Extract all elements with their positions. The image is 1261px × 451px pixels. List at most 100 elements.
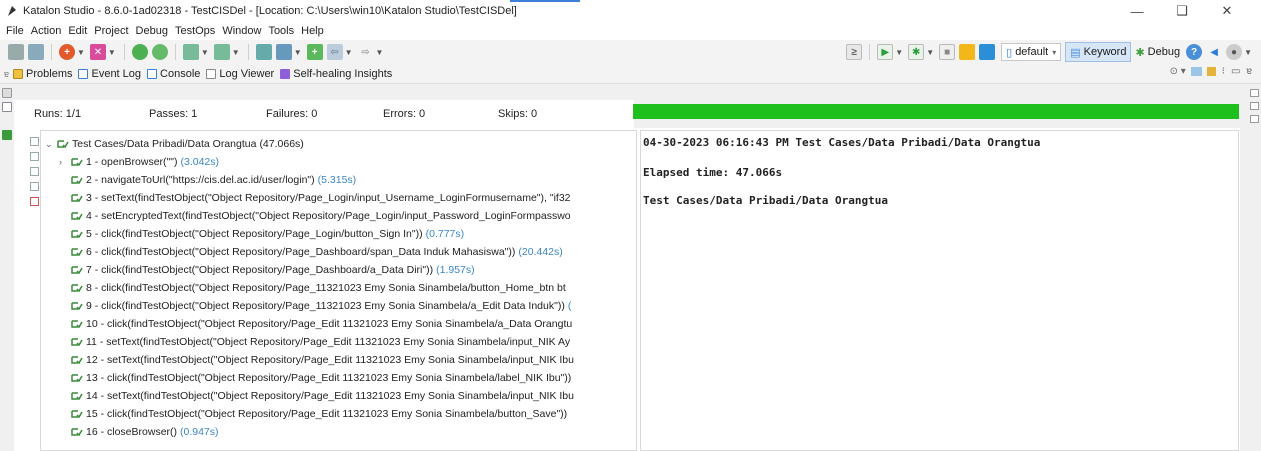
testops-icon[interactable] <box>979 44 996 60</box>
spy-web-icon[interactable] <box>131 44 148 60</box>
stop-icon[interactable]: ■ <box>939 44 956 60</box>
spy-mobile-icon[interactable] <box>151 44 168 60</box>
tree-step-row[interactable]: 7 - click(findTestObject("Object Reposit… <box>59 261 475 279</box>
chevron-down-icon[interactable]: ▼ <box>895 48 903 57</box>
tab-console[interactable]: Console <box>147 68 200 80</box>
add-plugin-icon[interactable]: + <box>306 44 323 60</box>
minimize-view-icon[interactable]: ▭ <box>1231 66 1240 77</box>
errors-count: Errors: 0 <box>383 108 426 120</box>
chevron-down-icon[interactable]: ▼ <box>1244 48 1252 57</box>
menu-help[interactable]: Help <box>301 25 324 37</box>
pin-icon[interactable] <box>2 116 12 126</box>
tree-step-row[interactable]: 8 - click(findTestObject("Object Reposit… <box>59 279 569 297</box>
tree-step-row[interactable]: 9 - click(findTestObject("Object Reposit… <box>59 297 571 315</box>
report-icon[interactable] <box>275 44 292 60</box>
restore-icon[interactable] <box>2 88 12 98</box>
menu-window[interactable]: Window <box>222 25 261 37</box>
record-icon[interactable]: ✕ <box>89 44 106 60</box>
tree-step-row[interactable]: 10 - click(findTestObject("Object Reposi… <box>59 315 575 333</box>
tree-step-row[interactable]: 11 - setText(findTestObject("Object Repo… <box>59 333 573 351</box>
collapse-all-icon[interactable] <box>30 137 39 146</box>
tree-step-row[interactable]: 6 - click(findTestObject("Object Reposit… <box>59 243 563 261</box>
more-icon[interactable]: ⁝ <box>1222 66 1225 77</box>
new-icon[interactable]: + <box>59 44 75 60</box>
keywords-icon[interactable] <box>2 130 12 140</box>
layout-icon[interactable] <box>1190 67 1202 76</box>
checkpoint-icon[interactable] <box>255 44 272 60</box>
debug-run-icon[interactable]: ✱ <box>908 44 925 60</box>
lock-icon[interactable] <box>1206 67 1216 76</box>
debug-perspective-button[interactable]: ✱ Debug <box>1131 42 1184 62</box>
tree-step-row[interactable]: 3 - setText(findTestObject("Object Repos… <box>59 189 574 207</box>
step-passed-icon <box>71 284 83 293</box>
menu-project[interactable]: Project <box>94 25 128 37</box>
failures-only-icon[interactable] <box>30 197 39 206</box>
menu-testops[interactable]: TestOps <box>175 25 215 37</box>
step-passed-icon <box>71 158 83 167</box>
analytics-icon[interactable] <box>959 44 976 60</box>
view-menu-icon[interactable]: ⊙ ▾ <box>1170 66 1186 77</box>
restore-icon[interactable] <box>1250 89 1259 97</box>
back-icon[interactable]: ⇦ <box>326 44 343 60</box>
forward-icon[interactable]: ⇨ <box>358 44 374 60</box>
run-icon[interactable]: ▶ <box>877 44 894 60</box>
save-icon[interactable] <box>8 44 24 60</box>
chevron-down-icon[interactable]: ▼ <box>77 48 85 57</box>
passes-count: Passes: 1 <box>149 108 198 120</box>
chevron-down-icon[interactable]: ▼ <box>201 48 209 57</box>
tests-explorer-icon[interactable] <box>2 102 12 112</box>
chevron-down-icon[interactable]: ▼ <box>294 48 302 57</box>
menu-action[interactable]: Action <box>31 25 62 37</box>
tree-step-row[interactable]: 12 - setText(findTestObject("Object Repo… <box>59 351 577 369</box>
record-mobile-icon[interactable] <box>213 44 230 60</box>
close-button[interactable]: ✕ <box>1205 0 1249 22</box>
account-icon[interactable]: ● <box>1226 44 1243 60</box>
chevron-down-icon[interactable]: ▼ <box>232 48 240 57</box>
katalon-logo-icon <box>8 6 16 16</box>
menu-edit[interactable]: Edit <box>68 25 87 37</box>
minimize-button[interactable]: — <box>1115 0 1159 22</box>
step-passed-icon <box>71 338 83 347</box>
step-passed-icon <box>71 392 83 401</box>
profile-select[interactable]: ▯ default ▾ <box>1001 43 1062 61</box>
keyword-perspective-button[interactable]: ▤ Keyword <box>1065 42 1132 62</box>
tree-step-row[interactable]: 14 - setText(findTestObject("Object Repo… <box>59 387 577 405</box>
log-output-panel: 04-30-2023 06:16:43 PM Test Cases/Data P… <box>640 130 1239 451</box>
record-web-icon[interactable] <box>182 44 199 60</box>
filter-icon[interactable] <box>30 182 39 191</box>
chevron-down-icon[interactable]: ▼ <box>345 48 353 57</box>
debug-icon: ✱ <box>1135 46 1145 59</box>
chevron-down-icon[interactable]: ▼ <box>108 48 116 57</box>
tree-root-row[interactable]: ⌄ Test Cases/Data Pribadi/Data Orangtua … <box>45 135 304 153</box>
menu-file[interactable]: File <box>6 25 24 37</box>
menu-debug[interactable]: Debug <box>136 25 168 37</box>
tree-step-row[interactable]: 13 - click(findTestObject("Object Reposi… <box>59 369 574 387</box>
outline-icon[interactable] <box>1250 115 1259 123</box>
tree-step-row[interactable]: 2 - navigateToUrl("https://cis.del.ac.id… <box>59 171 356 189</box>
notification-icon[interactable]: ◀ <box>1206 44 1222 60</box>
tree-step-row[interactable]: 15 - click(findTestObject("Object Reposi… <box>59 405 570 423</box>
expand-all-icon[interactable] <box>30 152 39 161</box>
chevron-down-icon[interactable]: ⌄ <box>45 139 55 150</box>
maximize-button[interactable]: ❑ <box>1160 0 1204 22</box>
menu-tools[interactable]: Tools <box>268 25 294 37</box>
terminal-icon[interactable]: ≥ <box>846 44 863 60</box>
tab-log-viewer[interactable]: Log Viewer <box>206 68 274 80</box>
tree-step-row[interactable]: 16 - closeBrowser() (0.947s) <box>59 423 219 441</box>
tab-event-log[interactable]: Event Log <box>78 68 141 80</box>
chevron-down-icon[interactable]: ▼ <box>376 48 384 57</box>
chevron-right-icon[interactable]: › <box>59 157 69 167</box>
pin-icon[interactable]: ɐ <box>1246 66 1252 77</box>
tab-problems[interactable]: Problems <box>13 68 72 80</box>
panel-icon[interactable] <box>1250 102 1259 110</box>
pin-icon[interactable]: ɐ <box>4 69 9 79</box>
tree-step-row[interactable]: › 1 - openBrowser("") (3.042s) <box>59 153 219 171</box>
help-icon[interactable]: ? <box>1186 44 1203 60</box>
tree-step-row[interactable]: 4 - setEncryptedText(findTestObject("Obj… <box>59 207 574 225</box>
save-all-icon[interactable] <box>28 44 44 60</box>
step-passed-icon <box>71 374 83 383</box>
tree-step-row[interactable]: 5 - click(findTestObject("Object Reposit… <box>59 225 464 243</box>
chevron-down-icon[interactable]: ▼ <box>926 48 934 57</box>
tab-self-healing[interactable]: Self-healing Insights <box>280 68 392 80</box>
scroll-lock-icon[interactable] <box>30 167 39 176</box>
